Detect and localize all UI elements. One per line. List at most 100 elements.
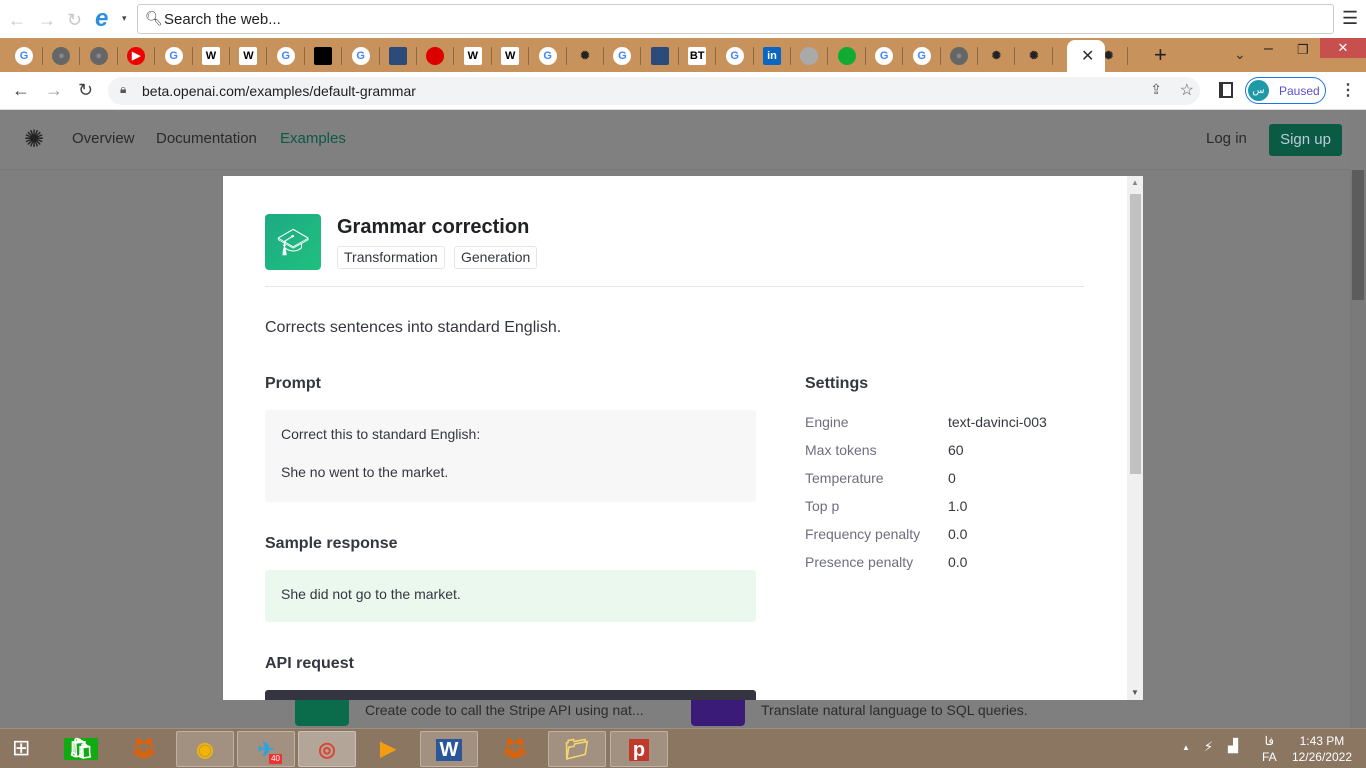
tab-favicon-google-icon[interactable]: G: [613, 47, 632, 65]
tab-favicon-google-icon[interactable]: G: [725, 47, 744, 65]
refresh-icon[interactable]: ↻: [67, 10, 82, 31]
side-panel-icon[interactable]: [1219, 82, 1233, 98]
taskbar-browser-lock-button[interactable]: ◉: [176, 731, 234, 767]
firefox-icon: 🦊︎: [502, 738, 528, 760]
tab-favicon-green-circle-icon[interactable]: [837, 47, 856, 65]
taskbar-psiphon-button[interactable]: p: [610, 731, 668, 767]
close-window-button[interactable]: ✕: [1320, 38, 1366, 58]
start-button[interactable]: ⊞: [12, 735, 30, 761]
restore-button[interactable]: ❐: [1297, 42, 1309, 58]
nav-documentation[interactable]: Documentation: [156, 130, 257, 147]
taskbar-telegram-button[interactable]: ✈︎ 40: [237, 731, 295, 767]
tab-separator: [378, 47, 380, 65]
taskbar-file-explorer-button[interactable]: 📁︎: [548, 731, 606, 767]
openai-logo-icon[interactable]: ✺: [24, 125, 44, 154]
tab-favicon-google-icon[interactable]: G: [538, 47, 557, 65]
ie-logo-icon[interactable]: e: [95, 5, 108, 33]
nav-overview[interactable]: Overview: [72, 130, 135, 147]
tab-favicon-columns-icon[interactable]: [650, 47, 669, 65]
time: 1:43 PM: [1299, 734, 1345, 748]
tab-favicon-youtube-icon[interactable]: ▶: [127, 47, 146, 65]
taskbar-firefox-button[interactable]: 🦊︎: [486, 731, 544, 767]
tab-favicon-openai-icon[interactable]: ✺: [1025, 47, 1043, 65]
tab-favicon-google-icon[interactable]: G: [15, 47, 33, 65]
new-tab-button[interactable]: +: [1154, 42, 1167, 68]
tab-favicon-google-icon[interactable]: G: [351, 47, 370, 65]
taskbar-store-button[interactable]: 🛍︎: [52, 731, 110, 767]
login-link[interactable]: Log in: [1206, 130, 1247, 147]
tab-favicon-medium-icon[interactable]: [314, 47, 333, 65]
share-icon[interactable]: ⇪: [1150, 81, 1162, 98]
tab-favicon-red-squares-icon[interactable]: [426, 47, 445, 65]
page-scrollbar[interactable]: [1350, 170, 1366, 728]
tab-favicon-google-icon[interactable]: G: [912, 47, 931, 65]
tab-search-chevron-icon[interactable]: ⌄: [1234, 46, 1246, 63]
tab-favicon-columns-icon[interactable]: [389, 47, 407, 65]
show-hidden-icons[interactable]: ▲: [1182, 743, 1190, 752]
signal-icon[interactable]: ▟: [1228, 738, 1238, 754]
signup-button[interactable]: Sign up: [1269, 124, 1342, 156]
modal-scrollbar[interactable]: ▲ ▼: [1127, 176, 1143, 700]
firefox-icon: 🦊︎: [131, 738, 157, 760]
url-input[interactable]: 🔒︎ beta.openai.com/examples/default-gram…: [108, 77, 1200, 105]
scroll-up-icon[interactable]: ▲: [1131, 178, 1139, 187]
tab-favicon-google-icon[interactable]: G: [875, 47, 894, 65]
tab-separator: [640, 47, 642, 65]
tab-favicon-bt-icon[interactable]: BT: [688, 47, 707, 65]
site-nav: ✺ Overview Documentation Examples Log in…: [0, 110, 1350, 170]
tab-favicon-wikipedia-icon[interactable]: W: [202, 47, 220, 65]
tab-favicon-openai-icon[interactable]: ✺: [987, 47, 1005, 65]
network-icon[interactable]: ⚡︎: [1204, 739, 1213, 755]
forward-icon[interactable]: →: [45, 80, 63, 101]
forward-icon[interactable]: →: [38, 10, 56, 31]
tab-separator: [790, 47, 791, 65]
tab-favicon-globe-icon[interactable]: ●: [950, 47, 968, 65]
clock[interactable]: 1:43 PM 12/26/2022: [1292, 733, 1352, 765]
menu-icon[interactable]: ☰: [1342, 8, 1358, 29]
taskbar-firefox-button[interactable]: 🦊︎: [115, 731, 173, 767]
tab-separator: [416, 47, 417, 65]
tag-transformation: Transformation: [337, 246, 445, 269]
back-icon[interactable]: ←: [8, 10, 26, 31]
taskbar-chrome-button[interactable]: ◎: [298, 731, 356, 767]
background-card-title[interactable]: Translate natural language to SQL querie…: [761, 702, 1028, 718]
notification-badge: 40: [269, 754, 282, 764]
scrollbar-thumb[interactable]: [1130, 194, 1141, 474]
close-tab-icon[interactable]: ✕: [1081, 46, 1094, 66]
taskbar-media-player-button[interactable]: ▶: [359, 731, 417, 767]
bookmark-star-icon[interactable]: ☆: [1180, 80, 1194, 100]
tab-separator: [266, 47, 268, 65]
lang-code: FA: [1262, 750, 1277, 764]
taskbar-word-button[interactable]: W: [420, 731, 478, 767]
tab-favicon-google-icon[interactable]: G: [276, 47, 295, 65]
tab-favicon-globe-icon[interactable]: ●: [52, 47, 71, 65]
tab-separator: [752, 47, 754, 65]
tab-favicon-a-logo-icon[interactable]: [800, 47, 819, 65]
web-search-input[interactable]: 🔍︎ Search the web...: [137, 4, 1334, 34]
tab-separator: [303, 47, 305, 65]
scrollbar-thumb[interactable]: [1352, 170, 1364, 300]
nav-examples[interactable]: Examples: [280, 130, 346, 147]
tab-favicon-wikipedia-icon[interactable]: W: [501, 47, 520, 65]
background-card-title[interactable]: Create code to call the Stripe API using…: [365, 702, 644, 718]
tab-favicon-google-icon[interactable]: G: [164, 47, 183, 65]
setting-label: Presence penalty: [805, 554, 914, 570]
response-heading: Sample response: [265, 535, 398, 552]
tab-favicon-openai-icon[interactable]: ✺: [576, 47, 594, 65]
tab-favicon-wikipedia-icon[interactable]: W: [239, 47, 258, 65]
back-icon[interactable]: ←: [12, 80, 30, 101]
kebab-menu-icon[interactable]: ⋮: [1340, 80, 1356, 100]
tab-favicon-wikipedia-icon[interactable]: W: [463, 47, 482, 65]
active-tab[interactable]: ✕: [1067, 40, 1105, 72]
language-indicator[interactable]: فا FA: [1262, 733, 1277, 765]
tab-favicon-linkedin-icon[interactable]: in: [763, 47, 781, 65]
tab-separator: [902, 47, 904, 65]
minimize-button[interactable]: –: [1264, 40, 1273, 58]
profile-button[interactable]: س Paused: [1245, 77, 1326, 104]
dropdown-icon[interactable]: ▾: [122, 13, 127, 24]
reload-icon[interactable]: ↻: [78, 80, 93, 101]
date: 12/26/2022: [1291, 750, 1352, 764]
tab-favicon-globe-icon[interactable]: ●: [89, 47, 108, 65]
psiphon-icon: p: [628, 739, 650, 761]
scroll-down-icon[interactable]: ▼: [1131, 688, 1139, 697]
